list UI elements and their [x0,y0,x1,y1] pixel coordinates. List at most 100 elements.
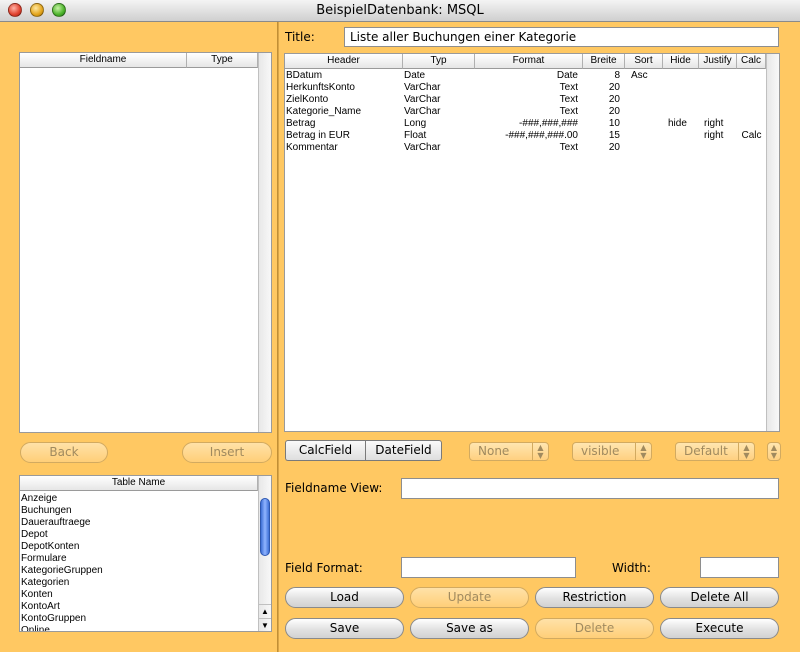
table-names-header[interactable]: Table Name [20,476,258,491]
fieldname-view-input[interactable] [401,478,779,499]
execute-button[interactable]: Execute [660,618,779,639]
sort-select-value: None [478,444,510,458]
chevron-updown-icon: ▲ ▼ [738,443,754,460]
chevron-updown-icon: ▲ ▼ [532,443,548,460]
field-definition-grid[interactable]: Header Typ Format Breite Sort Hide Justify Calc… [284,53,780,432]
datefield-button[interactable]: DateField [365,440,442,461]
list-item[interactable]: Anzeige [21,493,57,505]
table-cell: Text [559,106,578,117]
table-cell: Text [559,142,578,153]
table-row[interactable]: Kommentar VarChar Text 20 [285,142,766,154]
grid-col-header[interactable]: Justify [699,54,737,69]
scroll-down-arrow-icon[interactable]: ▼ [259,618,271,631]
split-pane-divider[interactable] [277,22,279,652]
list-item[interactable]: Formulare [21,553,67,565]
restriction-button[interactable]: Restriction [535,587,654,608]
fields-col-type[interactable]: Type [187,53,258,68]
table-cell: Kommentar [286,142,338,153]
visibility-select-value: visible [581,444,620,458]
table-names-items: Anzeige Buchungen Dauerauftraege Depot Depot… [20,493,258,631]
table-cell: Float [404,130,427,141]
table-cell: Kategorie_Name [286,106,362,117]
table-cell: 10 [608,118,620,129]
table-cell: VarChar [404,142,441,153]
list-item[interactable]: KontoArt [21,601,60,613]
table-cell: Long [404,118,427,129]
table-cell: 15 [608,130,620,141]
table-row[interactable]: BDatum Date Date 8 Asc [285,70,766,82]
fields-col-fieldname[interactable]: Fieldname [20,53,187,68]
load-button[interactable]: Load [285,587,404,608]
justify-select-value: Default [684,444,728,458]
list-item[interactable]: Konten [21,589,53,601]
table-cell: right [704,130,724,141]
table-cell: VarChar [404,82,441,93]
table-row[interactable]: Betrag Long -###,###,### 10 hide right [285,118,766,130]
table-cell: 20 [608,142,620,153]
list-item[interactable]: Depot [21,529,48,541]
grid-col-header[interactable]: Sort [625,54,663,69]
list-item[interactable]: Online [21,625,50,631]
grid-col-header[interactable]: Hide [663,54,699,69]
list-item[interactable]: Kategorien [21,577,69,589]
width-input[interactable] [700,557,779,578]
table-names-scroll-thumb[interactable] [260,498,270,556]
save-as-button[interactable]: Save as [410,618,529,639]
list-item[interactable]: Dauerauftraege [21,517,91,529]
table-cell: Date [404,70,426,81]
grid-col-header[interactable]: Header [285,54,403,69]
table-cell: -###,###,### [519,118,578,129]
table-row[interactable]: HerkunftsKonto VarChar Text 20 [285,82,766,94]
justify-select[interactable]: Default ▲ ▼ [675,442,755,461]
title-input[interactable]: Liste aller Buchungen einer Kategorie [344,27,779,47]
list-item[interactable]: DepotKonten [21,541,79,553]
list-item[interactable]: KategorieGruppen [21,565,103,577]
update-button[interactable]: Update [410,587,529,608]
table-cell: VarChar [404,106,441,117]
table-row[interactable]: ZielKonto VarChar Text 20 [285,94,766,106]
table-cell: Calc [741,130,762,141]
fieldname-view-label: Fieldname View: [285,481,383,495]
grid-col-header[interactable]: Typ [403,54,475,69]
table-row[interactable]: Betrag in EUR Float -###,###,###.00 15 right… [285,130,766,142]
field-grid-scrollbar[interactable] [766,54,779,431]
table-cell: HerkunftsKonto [286,82,355,93]
field-format-input[interactable] [401,557,576,578]
table-cell: ZielKonto [286,94,329,105]
grid-col-header[interactable]: Calc [737,54,766,69]
delete-button[interactable]: Delete [535,618,654,639]
table-cell: BDatum [286,70,323,81]
fields-table[interactable]: Fieldname Type [19,52,272,433]
table-cell: hide [668,118,687,129]
sort-select[interactable]: None ▲ ▼ [469,442,549,461]
table-cell: right [704,118,724,129]
table-names-scrollbar[interactable]: ▲ ▼ [258,476,271,631]
back-button[interactable]: Back [20,442,108,463]
list-item[interactable]: KontoGruppen [21,613,86,625]
chevron-updown-icon: ▲ ▼ [635,443,651,460]
width-label: Width: [612,561,651,575]
calcfield-button[interactable]: CalcField [285,440,365,461]
table-cell: VarChar [404,94,441,105]
table-cell: 20 [608,94,620,105]
table-row[interactable]: Kategorie_Name VarChar Text 20 [285,106,766,118]
fields-table-scrollbar[interactable] [258,53,271,432]
window-titlebar[interactable]: BeispielDatenbank: MSQL [0,0,800,22]
table-cell: -###,###,###.00 [505,130,578,141]
save-button[interactable]: Save [285,618,404,639]
visibility-select[interactable]: visible ▲ ▼ [572,442,652,461]
table-cell: 20 [608,106,620,117]
table-cell: Text [559,82,578,93]
grid-col-header[interactable]: Format [475,54,583,69]
grid-col-header[interactable]: Breite [583,54,625,69]
window-title: BeispielDatenbank: MSQL [316,3,484,18]
list-item[interactable]: Buchungen [21,505,72,517]
scroll-up-arrow-icon[interactable]: ▲ [259,604,271,617]
title-label: Title: [285,30,315,44]
insert-button[interactable]: Insert [182,442,272,463]
delete-all-button[interactable]: Delete All [660,587,779,608]
calc-select[interactable]: ▲ ▼ [767,442,781,461]
table-cell: 20 [608,82,620,93]
table-cell: Asc [631,70,648,81]
table-names-list[interactable]: Table Name Anzeige Buchungen Dauerauftraeg… [19,475,272,632]
